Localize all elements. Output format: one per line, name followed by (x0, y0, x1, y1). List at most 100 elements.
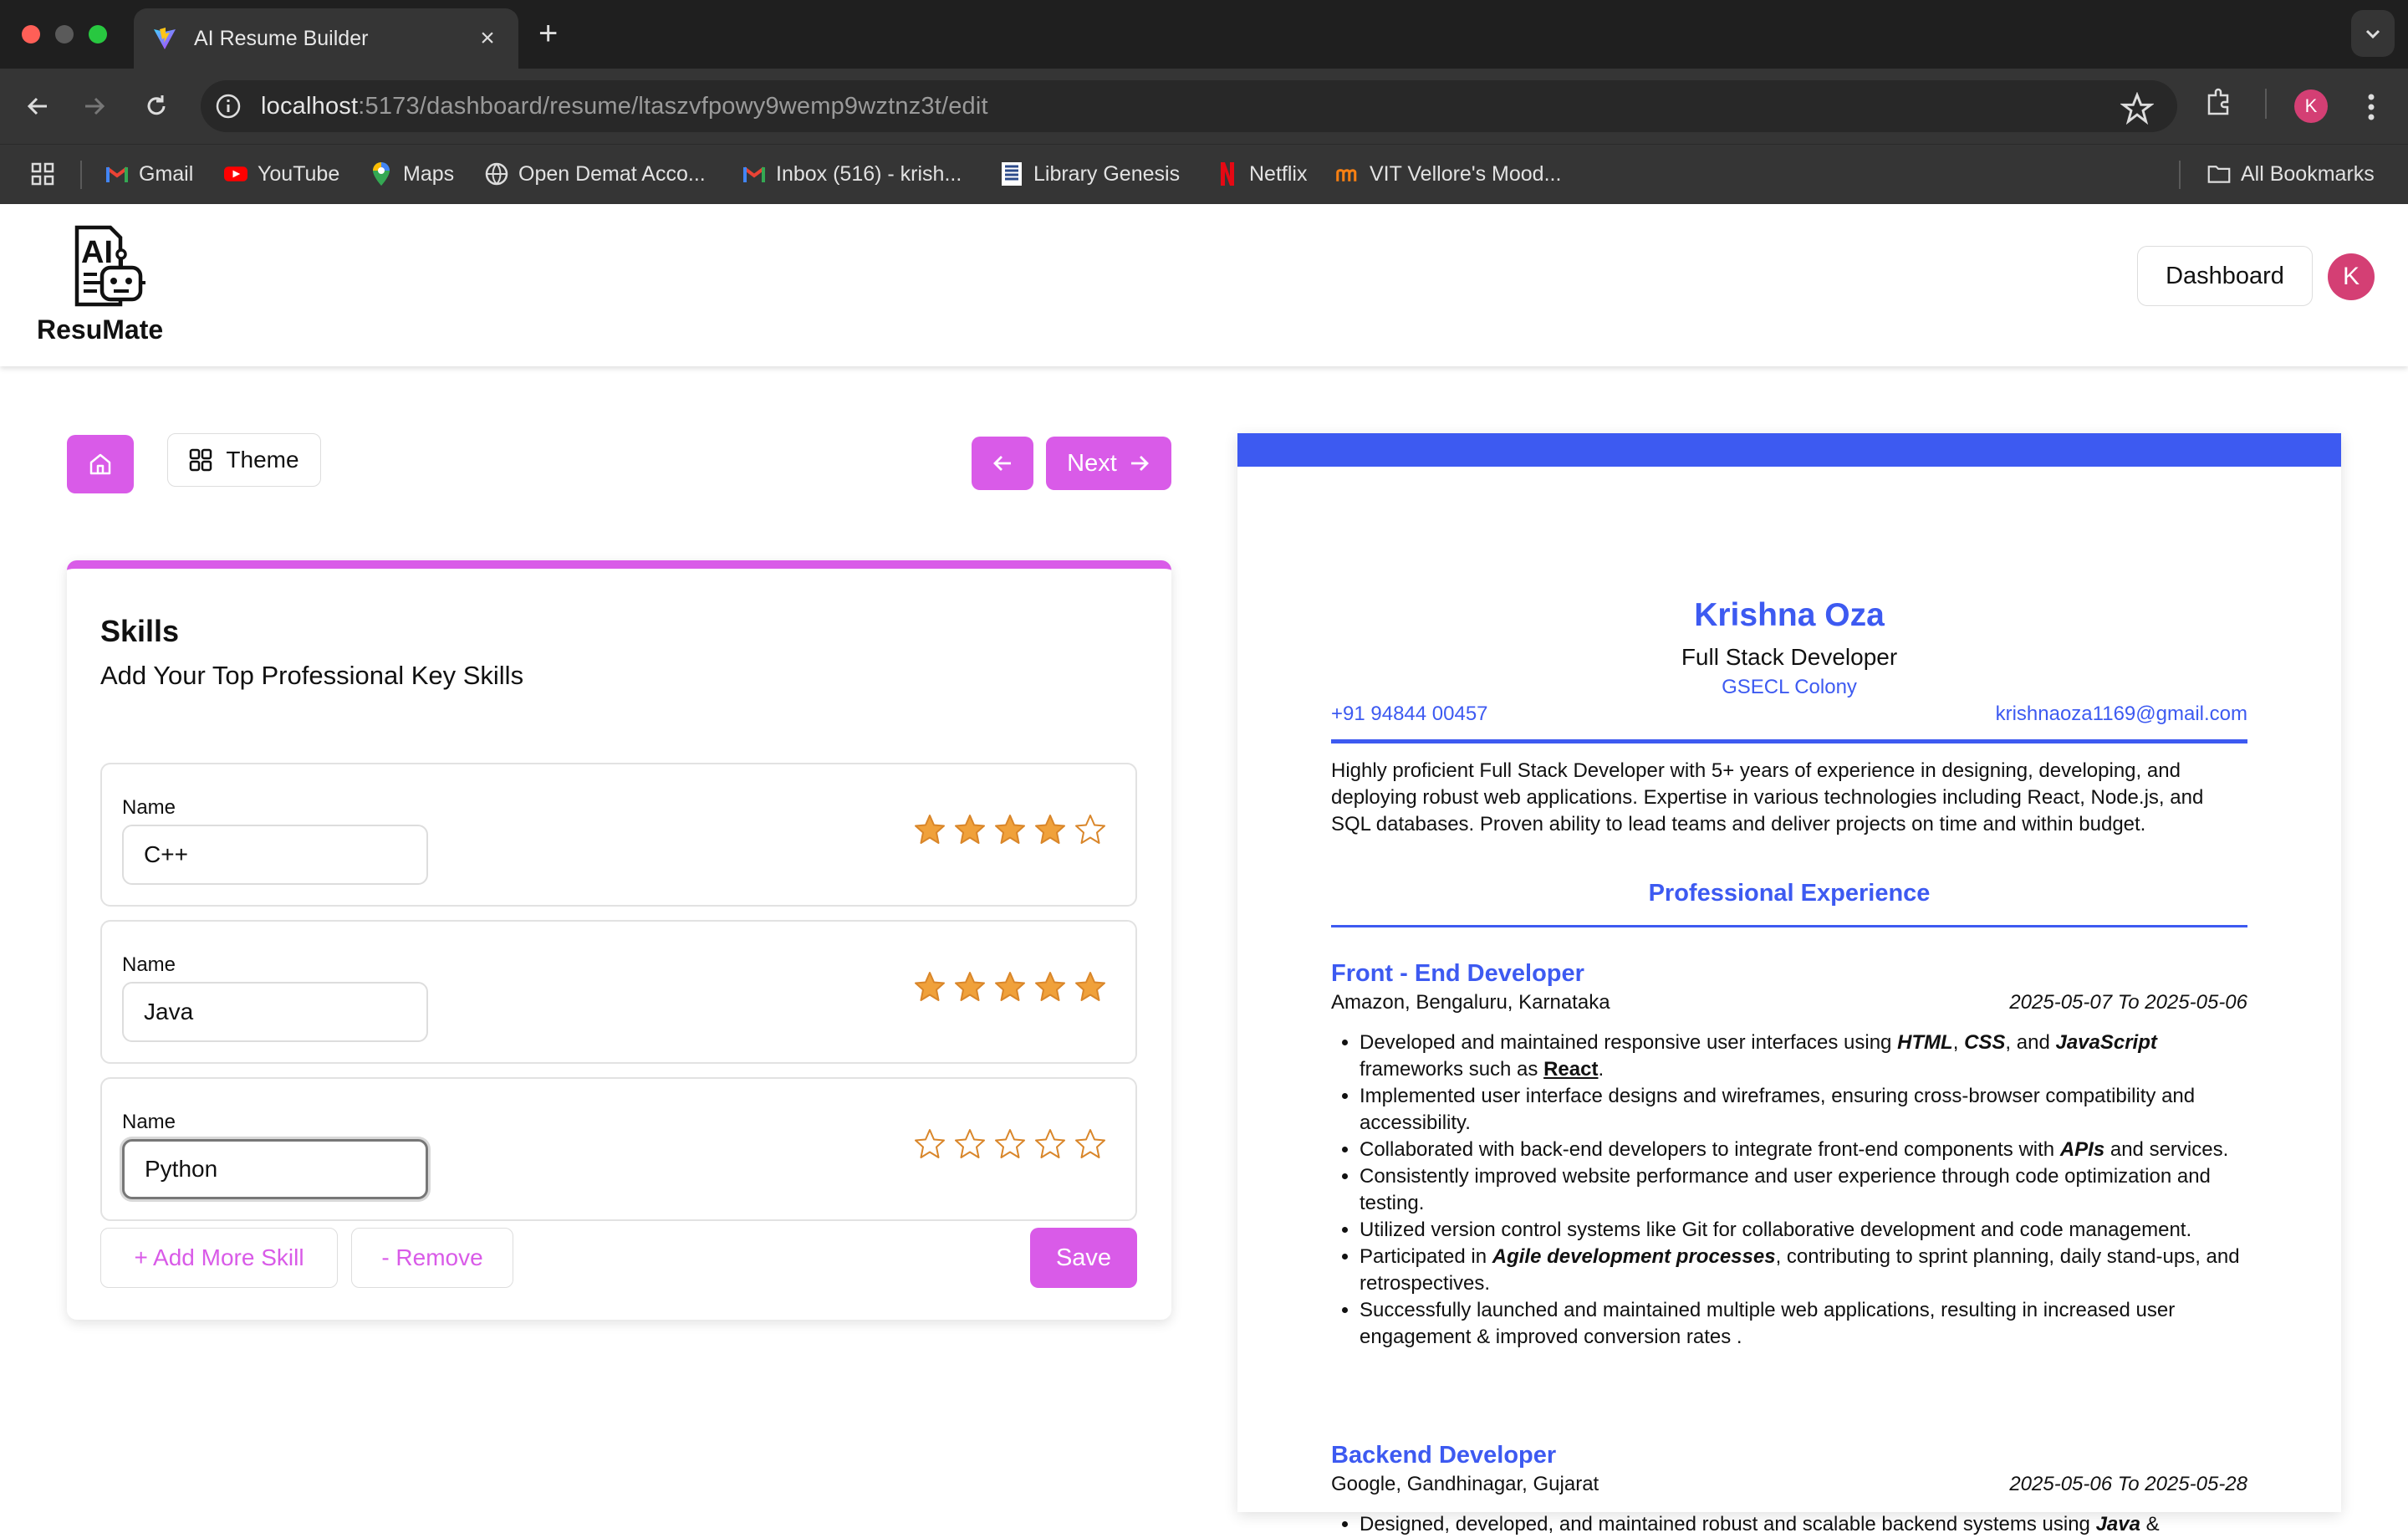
back-button[interactable] (20, 89, 55, 124)
resumate-logo[interactable]: AI ResuMate (37, 222, 163, 356)
star-filled-icon[interactable] (1033, 970, 1067, 1004)
more-menu-icon[interactable] (2363, 90, 2380, 124)
home-button[interactable] (67, 435, 134, 493)
star-filled-icon[interactable] (953, 970, 987, 1004)
layout-grid-icon (190, 448, 212, 472)
star-empty-icon[interactable] (993, 1127, 1027, 1161)
bookmark-library-genesis[interactable]: Library Genesis (1000, 144, 1180, 204)
divider (1331, 739, 2247, 743)
job-entry: Backend Developer Google, Gandhinagar, G… (1331, 1442, 2247, 1538)
reload-button[interactable] (139, 89, 174, 124)
star-filled-icon[interactable] (993, 970, 1027, 1004)
bookmark-label: Library Genesis (1033, 161, 1181, 186)
arrow-right-icon (1130, 456, 1149, 471)
skill-name-input[interactable] (122, 1139, 428, 1199)
forward-button[interactable] (77, 89, 112, 124)
bookmark-inbox[interactable]: Inbox (516) - krish... (742, 144, 962, 204)
window-controls (22, 25, 107, 43)
job-bullet: Designed, developed, and maintained robu… (1360, 1511, 2247, 1538)
remove-skill-button[interactable]: - Remove (351, 1228, 513, 1288)
skill-name-input[interactable] (122, 825, 428, 885)
book-icon (1002, 162, 1022, 186)
bookmark-separator (80, 161, 82, 189)
apps-grid-button[interactable] (30, 144, 55, 204)
theme-button[interactable]: Theme (167, 433, 321, 487)
gmail-icon (105, 166, 129, 182)
folder-icon (2207, 166, 2231, 183)
skill-rating[interactable] (913, 813, 1107, 846)
star-empty-icon[interactable] (913, 1127, 946, 1161)
skill-rating[interactable] (913, 1127, 1107, 1161)
browser-profile-avatar[interactable]: K (2294, 89, 2328, 123)
bookmark-maps[interactable]: Maps (370, 144, 454, 204)
all-bookmarks-button[interactable]: All Bookmarks (2207, 144, 2375, 204)
star-filled-icon[interactable] (993, 813, 1027, 846)
reload-icon (147, 95, 166, 115)
experience-heading: Professional Experience (1648, 880, 1931, 907)
next-button[interactable]: Next (1046, 437, 1171, 490)
bookmark-separator (2179, 161, 2181, 189)
browser-toolbar: localhost:5173/dashboard/resume/ltaszvfp… (0, 69, 2408, 144)
netflix-icon (1221, 162, 1234, 186)
theme-label: Theme (226, 447, 299, 473)
job-meta: Google, Gandhinagar, Gujarat 2025-05-06 … (1331, 1473, 2247, 1500)
star-empty-icon[interactable] (953, 1127, 987, 1161)
resume-role: Full Stack Developer (1681, 644, 1898, 670)
job-entry: Front - End Developer Amazon, Bengaluru,… (1331, 960, 2247, 1351)
bookmark-youtube[interactable]: YouTube (224, 144, 339, 204)
star-filled-icon[interactable] (913, 813, 946, 846)
skill-name-label: Name (122, 953, 176, 976)
star-filled-icon[interactable] (1074, 970, 1107, 1004)
resume-name: Krishna Oza (1694, 597, 1885, 633)
all-bookmarks-label: All Bookmarks (2241, 161, 2375, 186)
maximize-window-button[interactable] (89, 25, 107, 43)
bookmark-label: Gmail (139, 161, 194, 186)
skill-row: Name (100, 1077, 1137, 1221)
star-filled-icon[interactable] (913, 970, 946, 1004)
moodle-icon (1336, 169, 1357, 181)
add-skill-button[interactable]: + Add More Skill (100, 1228, 338, 1288)
bookmark-star-icon[interactable] (2120, 92, 2154, 125)
address-bar[interactable]: localhost:5173/dashboard/resume/ltaszvfp… (201, 80, 2177, 132)
skill-row: Name (100, 920, 1137, 1064)
tab-close-icon[interactable]: × (475, 24, 500, 53)
new-tab-button[interactable]: + (538, 17, 558, 50)
site-info-icon[interactable] (214, 92, 242, 120)
job-bullet: Successfully launched and maintained mul… (1360, 1297, 2247, 1351)
close-window-button[interactable] (22, 25, 40, 43)
skill-name-input[interactable] (122, 982, 428, 1042)
job-bullet: Implemented user interface designs and w… (1360, 1083, 2247, 1137)
star-filled-icon[interactable] (1033, 813, 1067, 846)
user-avatar[interactable]: K (2328, 253, 2375, 300)
app-header: AI ResuMate Dashboard K (0, 204, 2408, 366)
tab-search-button[interactable] (2351, 10, 2395, 57)
job-company: Amazon, Bengaluru, Karnataka (1331, 991, 1610, 1014)
section-subtitle: Add Your Top Professional Key Skills (100, 661, 524, 690)
resume-summary: Highly proficient Full Stack Developer w… (1331, 759, 2204, 835)
skill-rating[interactable] (913, 970, 1107, 1004)
bookmark-gmail[interactable]: Gmail (105, 144, 193, 204)
dashboard-button[interactable]: Dashboard (2137, 246, 2313, 306)
browser-tab-bar: AI Resume Builder × + (0, 0, 2408, 69)
star-empty-icon[interactable] (1074, 813, 1107, 846)
save-button[interactable]: Save (1030, 1228, 1137, 1288)
url-host: localhost (261, 92, 359, 120)
star-empty-icon[interactable] (1033, 1127, 1067, 1161)
maps-icon (373, 162, 390, 186)
extensions-icon[interactable] (2204, 87, 2234, 117)
arrow-right-icon (85, 97, 105, 115)
bookmark-vit-moodle[interactable]: VIT Vellore's Mood... (1336, 144, 1561, 204)
next-label: Next (1067, 449, 1117, 477)
minimize-window-button[interactable] (55, 25, 74, 43)
skills-card: Skills Add Your Top Professional Key Ski… (67, 560, 1171, 1320)
home-icon (89, 453, 111, 475)
logo-ai-mark: AI (81, 235, 113, 270)
browser-tab[interactable]: AI Resume Builder × (134, 8, 518, 69)
bookmark-netflix[interactable]: Netflix (1216, 144, 1307, 204)
divider (1331, 925, 2247, 927)
star-empty-icon[interactable] (1074, 1127, 1107, 1161)
previous-button[interactable] (972, 437, 1033, 490)
bookmark-open-demat[interactable]: Open Demat Acco... (485, 144, 706, 204)
star-filled-icon[interactable] (953, 813, 987, 846)
resume-phone: +91 94844 00457 (1331, 703, 1488, 725)
